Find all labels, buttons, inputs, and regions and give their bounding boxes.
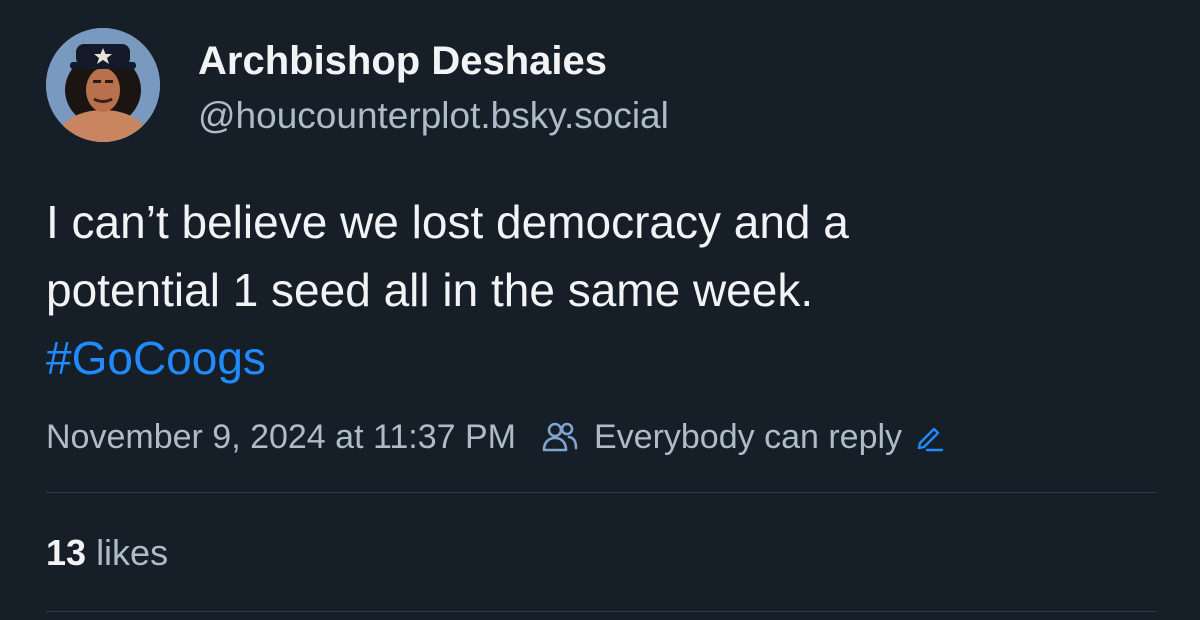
avatar[interactable]	[46, 28, 160, 142]
post-text: I can’t believe we lost democracy and a …	[46, 188, 1156, 392]
author-handle[interactable]: @houcounterplot.bsky.social	[198, 94, 669, 138]
post-text-line: potential 1 seed all in the same week.	[46, 264, 814, 316]
divider	[46, 492, 1156, 493]
post-card: Archbishop Deshaies @houcounterplot.bsky…	[0, 0, 1200, 620]
people-icon	[542, 422, 578, 452]
likes-count-link[interactable]: 13 likes	[46, 530, 168, 576]
divider	[46, 611, 1156, 612]
likes-count: 13	[46, 532, 87, 573]
pencil-icon[interactable]	[914, 421, 946, 453]
avatar-image	[46, 28, 160, 142]
hashtag-link[interactable]: #GoCoogs	[46, 324, 1156, 392]
reply-settings-button[interactable]: Everybody can reply	[542, 418, 946, 457]
likes-label: likes	[96, 532, 169, 573]
author-display-name[interactable]: Archbishop Deshaies	[198, 38, 607, 84]
post-text-line: I can’t believe we lost democracy and a	[46, 196, 849, 248]
post-meta-row: November 9, 2024 at 11:37 PM Everybody c…	[46, 414, 946, 460]
reply-settings-label: Everybody can reply	[593, 417, 903, 456]
post-timestamp[interactable]: November 9, 2024 at 11:37 PM	[46, 418, 516, 457]
